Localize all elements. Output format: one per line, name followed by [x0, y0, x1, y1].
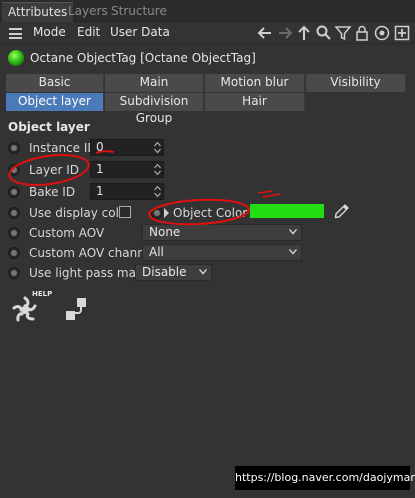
- tab-main[interactable]: Main: [105, 74, 204, 92]
- eyedropper-icon[interactable]: [333, 202, 351, 220]
- spinner-icon[interactable]: [154, 141, 161, 154]
- arrow-left-icon[interactable]: [256, 24, 274, 42]
- annotation-mark-color: [257, 190, 281, 198]
- hamburger-menu-icon[interactable]: [9, 28, 22, 39]
- add-icon[interactable]: [393, 24, 411, 42]
- animate-radio-use-light-pass-mask[interactable]: [8, 267, 20, 279]
- custom-aov-channel-dropdown[interactable]: All: [142, 244, 302, 261]
- menu-user-data[interactable]: User Data: [110, 25, 170, 39]
- target-icon[interactable]: [373, 24, 391, 42]
- object-color-label: Object Color: [173, 206, 248, 220]
- object-title: Octane ObjectTag [Octane ObjectTag]: [30, 51, 256, 65]
- object-header: Octane ObjectTag [Octane ObjectTag]: [0, 48, 415, 68]
- spinner-icon[interactable]: [154, 185, 161, 198]
- spinner-icon[interactable]: [154, 163, 161, 176]
- help-button[interactable]: HELP: [10, 290, 52, 326]
- search-icon[interactable]: [315, 24, 333, 42]
- animate-radio-layer-id[interactable]: [8, 164, 20, 176]
- animate-radio-use-display-color[interactable]: [8, 207, 20, 219]
- tab-motion-blur[interactable]: Motion blur: [205, 74, 305, 92]
- menu-mode[interactable]: Mode: [33, 25, 66, 39]
- custom-aov-label: Custom AOV: [29, 226, 105, 240]
- animate-radio-bake-id[interactable]: [8, 186, 20, 198]
- tab-visibility[interactable]: Visibility: [306, 74, 406, 92]
- animate-radio-custom-aov[interactable]: [8, 227, 20, 239]
- layer-id-label: Layer ID: [29, 163, 80, 177]
- octane-tag-icon: [8, 50, 24, 66]
- arrow-up-icon[interactable]: [295, 24, 313, 42]
- chevron-down-icon: [199, 269, 207, 275]
- bake-id-label: Bake ID: [29, 185, 76, 199]
- object-color-swatch[interactable]: [250, 204, 324, 218]
- tab-object-layer[interactable]: Object layer: [6, 93, 104, 111]
- filter-icon[interactable]: [334, 24, 352, 42]
- tab-structure[interactable]: Structure: [111, 2, 167, 22]
- layer-id-field[interactable]: 1: [90, 161, 164, 178]
- tab-attributes[interactable]: Attributes: [2, 2, 74, 22]
- use-display-color-label: Use display color: [29, 206, 132, 220]
- animate-radio-object-color[interactable]: [151, 207, 163, 219]
- watermark: https://blog.naver.com/daojyman: [235, 466, 415, 490]
- use-light-pass-mask-dropdown[interactable]: Disable: [135, 264, 212, 281]
- custom-aov-dropdown[interactable]: None: [142, 224, 302, 241]
- tab-basic[interactable]: Basic: [6, 74, 104, 92]
- chevron-down-icon: [289, 249, 297, 255]
- animate-radio-custom-aov-channel[interactable]: [8, 247, 20, 259]
- menu-bar: Mode Edit User Data: [0, 22, 415, 44]
- custom-aov-channel-label: Custom AOV channel: [29, 246, 156, 260]
- panel-tab-bar: Attributes Layers Structure: [0, 0, 415, 22]
- animate-radio-instance-id[interactable]: [8, 142, 20, 154]
- tab-subdivision-group[interactable]: Subdivision Group: [105, 93, 204, 125]
- instance-id-label: Instance ID: [29, 141, 97, 155]
- tab-layers[interactable]: Layers: [68, 2, 108, 22]
- use-light-pass-mask-label: Use light pass mark: [29, 266, 148, 280]
- section-title: Object layer: [8, 120, 90, 134]
- node-editor-icon[interactable]: [62, 295, 90, 323]
- chevron-down-icon: [289, 229, 297, 235]
- arrow-right-icon[interactable]: [276, 24, 294, 42]
- instance-id-field[interactable]: 0: [90, 139, 164, 156]
- expand-arrow-icon[interactable]: [163, 207, 171, 219]
- use-display-color-checkbox[interactable]: [119, 206, 131, 218]
- octane-help-icon: [12, 296, 37, 322]
- lock-icon[interactable]: [353, 24, 371, 42]
- bake-id-field[interactable]: 1: [90, 183, 164, 200]
- tab-hair[interactable]: Hair: [205, 93, 305, 111]
- menu-edit[interactable]: Edit: [77, 25, 100, 39]
